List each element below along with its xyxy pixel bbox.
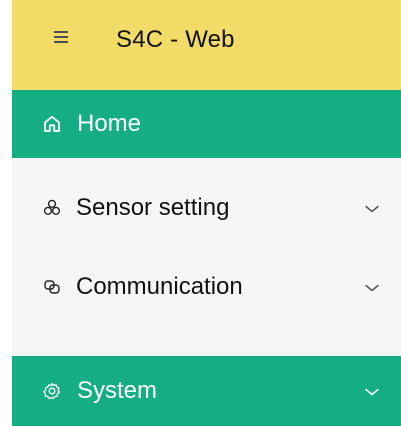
chat-bubbles-icon	[42, 277, 62, 297]
sidebar-item-home-label: Home	[77, 110, 142, 137]
chevron-down-icon[interactable]	[363, 385, 381, 397]
sidebar-item-communication[interactable]: Communication	[12, 263, 401, 311]
sidebar-item-communication-content: Communication	[42, 263, 243, 311]
hamburger-icon[interactable]	[54, 31, 68, 47]
sidebar-item-system-label: System	[77, 377, 158, 404]
sidebar-item-home[interactable]: Home	[12, 90, 401, 158]
sidebar-item-system[interactable]: System	[12, 356, 401, 426]
sidebar-item-sensor-setting[interactable]: Sensor setting	[12, 184, 401, 232]
sensor-cluster-icon	[42, 198, 62, 218]
chevron-down-icon[interactable]	[363, 202, 381, 214]
sidebar-item-home-content: Home	[42, 90, 141, 158]
sidebar-item-sensor-setting-label: Sensor setting	[76, 194, 230, 221]
app-title: S4C - Web	[116, 26, 235, 53]
gear-icon	[42, 381, 62, 401]
sidebar-item-communication-label: Communication	[76, 273, 243, 300]
chevron-down-icon[interactable]	[363, 281, 381, 293]
sidebar-item-system-content: System	[42, 356, 157, 426]
sidebar-header: S4C - Web	[12, 0, 401, 90]
home-icon	[42, 114, 62, 134]
sidebar-navigation: S4C - Web Home Sensor setting Communicat…	[0, 0, 401, 426]
sidebar-item-sensor-setting-content: Sensor setting	[42, 184, 229, 232]
